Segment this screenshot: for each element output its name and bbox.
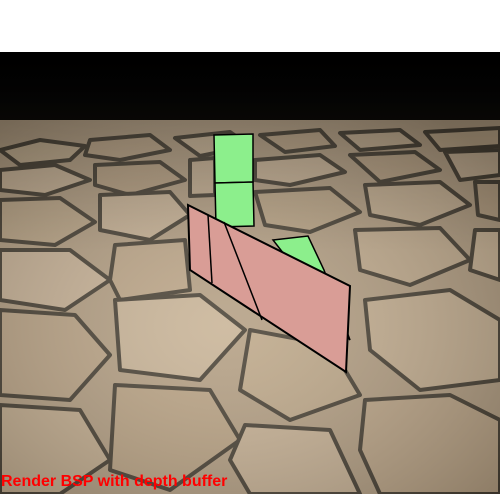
scene-canvas [0,52,500,494]
top-blank-area [0,0,500,52]
render-viewport[interactable] [0,52,500,494]
green-cube-bottom [214,181,255,228]
render-mode-caption: Render BSP with depth buffer [1,473,228,490]
green-cube-top [213,133,254,184]
